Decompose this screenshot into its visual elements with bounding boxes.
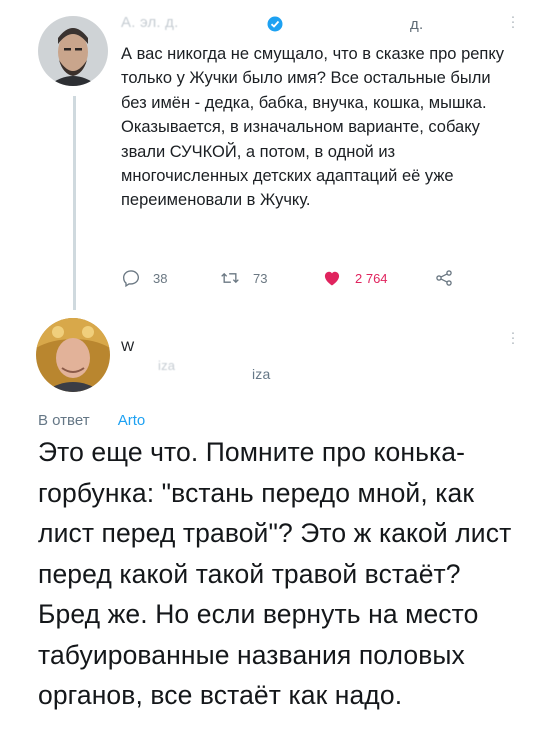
heart-icon <box>324 271 340 286</box>
tweet1-header[interactable]: А. эл. д. <box>121 14 178 31</box>
thread-line <box>73 96 76 310</box>
tweet2-handles: iza <box>158 358 175 373</box>
reply-count: 38 <box>153 270 168 286</box>
reply-prefix: В ответ <box>38 412 90 429</box>
like-count: 2 764 <box>355 270 388 286</box>
author-handle-2: iza <box>252 366 271 382</box>
tweet-actions: 38 73 2 764 <box>121 268 481 290</box>
like-button[interactable]: 2 764 <box>321 268 388 288</box>
tweet-text: А вас никогда не смущало, что в сказке п… <box>121 45 505 210</box>
retweet-icon <box>221 272 239 284</box>
more-icon[interactable]: · · · <box>510 325 516 350</box>
reply-icon <box>122 270 140 288</box>
reply-button[interactable]: 38 <box>121 268 167 288</box>
reply-context: В ответ Arto <box>38 412 145 429</box>
author-suffix-text: д. <box>410 16 424 33</box>
more-icon[interactable]: · · · <box>510 9 516 34</box>
author-name[interactable]: W <box>121 338 134 354</box>
avatar[interactable] <box>36 318 110 392</box>
share-icon <box>436 270 452 286</box>
tweet2-handles-2: iza <box>252 366 271 382</box>
reply-mention[interactable]: Arto <box>118 412 146 429</box>
retweet-button[interactable]: 73 <box>219 268 267 288</box>
avatar[interactable] <box>38 16 108 86</box>
author-suffix: д. <box>410 16 423 33</box>
tweet2-author[interactable]: W <box>121 338 134 354</box>
author-name[interactable]: А. эл. д. <box>121 14 178 31</box>
share-button[interactable] <box>434 268 466 288</box>
tweet-text: Это еще что. Помните про конька-горбунка… <box>38 437 512 710</box>
verified-badge-icon <box>267 16 283 37</box>
author-handle: iza <box>158 358 176 373</box>
retweet-count: 73 <box>253 270 268 286</box>
